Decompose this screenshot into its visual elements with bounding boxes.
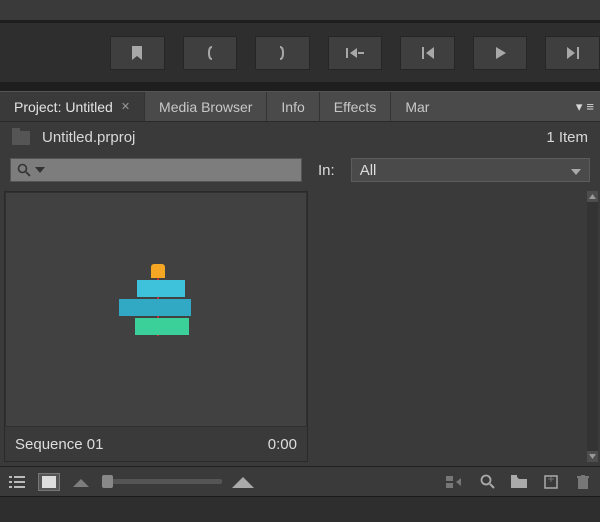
playhead-icon [151,264,165,278]
filter-value: All [360,162,377,179]
tab-label: Info [281,99,304,115]
list-view-button[interactable] [6,473,28,491]
go-to-out-button[interactable] [255,36,310,70]
chevron-down-icon [571,162,581,179]
prev-frame-button[interactable] [400,36,455,70]
upper-strip [0,0,600,23]
scroll-down-icon[interactable] [587,451,598,462]
step-back-button[interactable] [328,36,383,70]
zoom-in-icon[interactable] [232,473,254,491]
go-to-in-button[interactable] [183,36,238,70]
tab-effects[interactable]: Effects [320,92,392,121]
search-row: In: All [0,153,600,187]
zoom-out-icon[interactable] [70,473,92,491]
search-dropdown-icon[interactable] [35,167,45,173]
filter-select[interactable]: All [351,158,590,182]
bottom-toolbar [0,466,600,496]
tab-label: Project: Untitled [14,99,113,115]
vertical-scrollbar[interactable] [587,191,598,462]
zoom-slider-knob[interactable] [102,475,113,488]
item-name: Sequence 01 [15,436,103,453]
project-content: Sequence 01 0:00 [0,187,600,466]
folder-icon [12,131,30,145]
empty-area [312,187,600,466]
item-count: 1 Item [546,129,588,146]
project-header: Untitled.prproj 1 Item [0,121,600,153]
in-label: In: [318,162,335,179]
close-icon[interactable]: ✕ [121,100,130,113]
automate-to-sequence-button[interactable] [444,473,466,491]
panel-menu-icon[interactable]: ≡ [586,99,594,114]
tab-project[interactable]: Project: Untitled ✕ [0,92,145,121]
tab-label: Effects [334,99,377,115]
new-item-button[interactable] [540,473,562,491]
search-icon [17,163,31,177]
transport-toolbar [0,23,600,91]
tabs-overflow-icon[interactable]: ▾ [576,99,583,115]
item-thumbnail[interactable]: Sequence 01 0:00 [4,191,308,462]
item-duration: 0:00 [268,436,297,453]
marker-button[interactable] [110,36,165,70]
footer-gap [0,496,600,522]
play-button[interactable] [473,36,528,70]
icon-view-button[interactable] [38,473,60,491]
tab-markers[interactable]: Mar [391,92,443,121]
delete-button[interactable] [572,473,594,491]
zoom-slider[interactable] [102,479,222,484]
search-input[interactable] [10,158,302,182]
tab-label: Media Browser [159,99,252,115]
next-frame-button[interactable] [545,36,600,70]
tab-label: Mar [405,99,429,115]
tab-info[interactable]: Info [267,92,319,121]
new-bin-button[interactable] [508,473,530,491]
project-file-name: Untitled.prproj [42,129,135,146]
panel-tabs: Project: Untitled ✕ Media Browser Info E… [0,91,600,121]
sequence-icon [5,192,307,427]
scroll-up-icon[interactable] [587,191,598,202]
item-label-row: Sequence 01 0:00 [5,427,307,461]
tab-media-browser[interactable]: Media Browser [145,92,267,121]
find-button[interactable] [476,473,498,491]
